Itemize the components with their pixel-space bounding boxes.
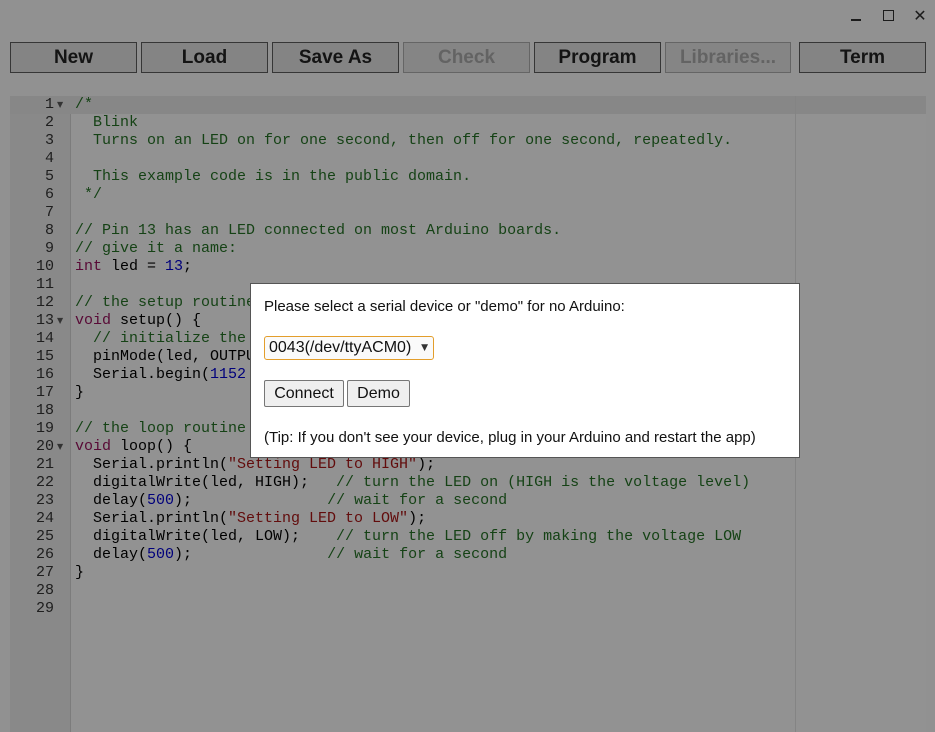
connect-button[interactable]: Connect (264, 380, 344, 407)
dialog-tip: (Tip: If you don't see your device, plug… (264, 429, 756, 446)
serial-device-select[interactable]: 0043(/dev/ttyACM0) ▼ (264, 336, 434, 360)
dropdown-arrow-icon: ▼ (421, 343, 428, 353)
selected-device-value: 0043(/dev/ttyACM0) (269, 339, 412, 356)
demo-button[interactable]: Demo (347, 380, 410, 407)
serial-device-dialog: Please select a serial device or "demo" … (250, 283, 800, 458)
dialog-prompt: Please select a serial device or "demo" … (264, 298, 625, 315)
